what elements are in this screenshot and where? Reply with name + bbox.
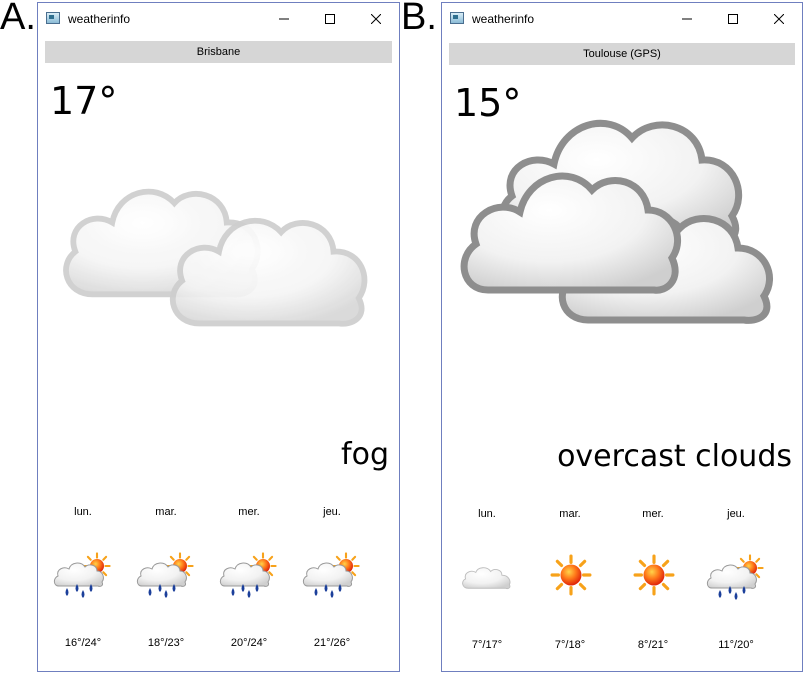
close-icon — [371, 14, 381, 24]
fog-clouds-icon — [63, 188, 368, 327]
maximize-button[interactable] — [307, 3, 353, 35]
rain-sun-icon — [302, 552, 362, 602]
minimize-button[interactable] — [664, 3, 710, 35]
city-selector[interactable]: Toulouse (GPS) — [449, 43, 795, 65]
forecast-temperature-range: 8°/21° — [637, 639, 669, 651]
weather-window-b: weatherinfo Toulouse (GPS) 15° overcast … — [441, 2, 803, 672]
close-icon — [774, 14, 784, 24]
minimize-icon — [682, 18, 692, 20]
current-temperature: 17° — [50, 79, 118, 123]
current-condition: fog — [341, 437, 389, 472]
app-icon — [46, 12, 60, 24]
forecast-temperature-range: 18°/23° — [147, 637, 185, 649]
forecast-day: mer. — [238, 506, 260, 518]
window-title: weatherinfo — [472, 12, 535, 26]
rain-sun-icon — [219, 552, 279, 602]
rain-sun-icon — [53, 552, 113, 602]
cloud-icon — [462, 567, 511, 590]
title-bar[interactable]: weatherinfo — [442, 3, 802, 35]
window-title: weatherinfo — [68, 12, 131, 26]
close-button[interactable] — [756, 3, 802, 35]
rain-sun-icon — [706, 554, 766, 604]
forecast-temperature-range: 16°/24° — [64, 637, 102, 649]
maximize-icon — [728, 14, 738, 24]
panel-label-b: B. — [401, 0, 437, 38]
current-condition: overcast clouds — [557, 439, 792, 474]
forecast-temperature-range: 11°/20° — [718, 639, 754, 651]
forecast-temperature-range: 7°/18° — [554, 639, 586, 651]
forecast-day: lun. — [478, 508, 496, 520]
app-icon — [450, 12, 464, 24]
forecast-day: mar. — [559, 508, 581, 520]
forecast-temperature-range: 7°/17° — [471, 639, 503, 651]
sun-icon — [550, 554, 592, 596]
maximize-icon — [325, 14, 335, 24]
forecast-temperature-range: 20°/24° — [230, 637, 268, 649]
forecast-day: mar. — [155, 506, 177, 518]
maximize-button[interactable] — [710, 3, 756, 35]
rain-sun-icon — [136, 552, 196, 602]
sun-icon — [633, 554, 675, 596]
close-button[interactable] — [353, 3, 399, 35]
title-bar[interactable]: weatherinfo — [38, 3, 399, 35]
forecast-day: lun. — [74, 506, 92, 518]
forecast-day: mer. — [642, 508, 664, 520]
minimize-icon — [279, 18, 289, 20]
city-selector[interactable]: Brisbane — [45, 41, 392, 63]
overcast-clouds-icon — [460, 119, 773, 324]
forecast-temperature-range: 21°/26° — [313, 637, 351, 649]
panel-label-a: A. — [0, 0, 36, 38]
minimize-button[interactable] — [261, 3, 307, 35]
forecast-day: jeu. — [727, 508, 745, 520]
weather-window-a: weatherinfo Brisbane 17° fog lun. mar. m… — [37, 2, 400, 672]
forecast-day: jeu. — [323, 506, 341, 518]
